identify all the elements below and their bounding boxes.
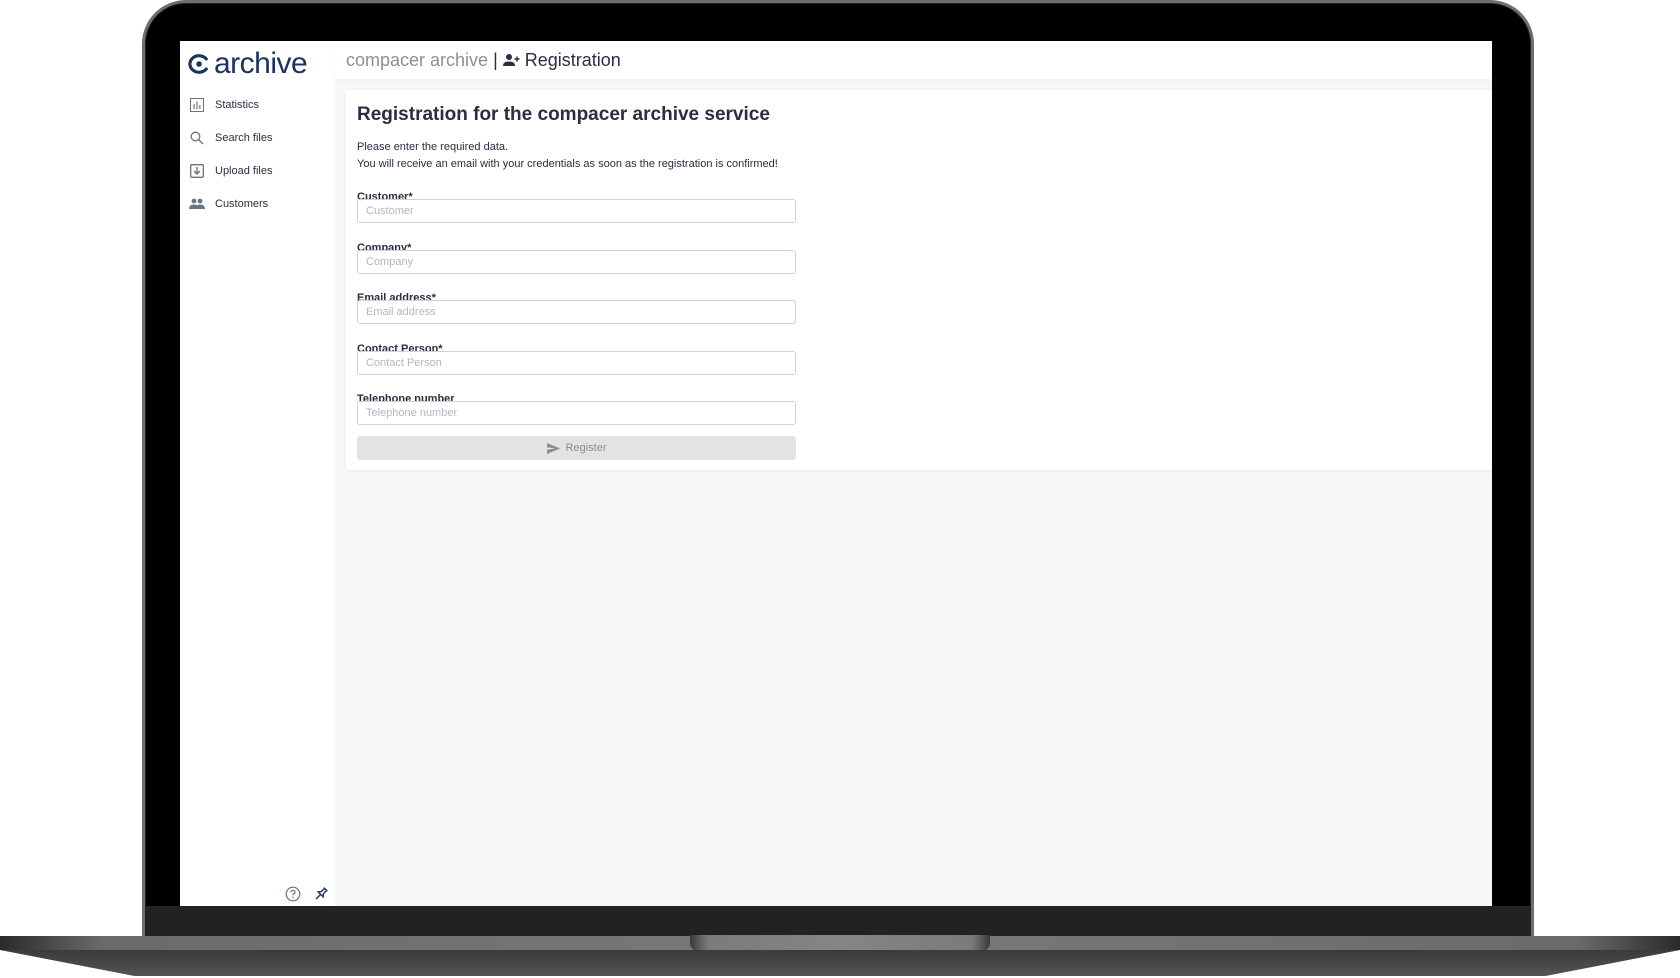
form-description: You will receive an email with your cred… [357,158,778,170]
register-button[interactable]: Register [357,436,796,460]
telephone-input[interactable] [357,401,796,425]
logo[interactable]: archive [188,47,308,81]
pin-icon[interactable] [313,886,329,902]
breadcrumb-separator: | [493,49,498,70]
laptop-chin [145,906,1531,938]
register-button-label: Register [565,442,607,454]
logo-mark-icon [188,54,208,74]
sidebar-item-label: Search files [215,131,273,144]
sidebar-item-label: Upload files [215,164,273,177]
customer-input[interactable] [357,199,796,223]
email-input[interactable] [357,300,796,324]
sidebar-item-statistics[interactable]: Statistics [180,88,335,121]
person-add-icon [502,54,520,66]
laptop-notch [690,935,990,951]
sidebar-item-label: Statistics [215,98,260,111]
registration-card: Registration for the compacer archive se… [346,90,1492,470]
help-circle-icon[interactable] [285,886,301,902]
screen: archive Statistics Search files Upload f… [180,41,1492,906]
bar-chart-icon [189,97,205,113]
sidebar-item-customers[interactable]: Customers [180,187,335,220]
sidebar-item-label: Customers [215,197,269,210]
sidebar-item-upload-files[interactable]: Upload files [180,154,335,187]
people-icon [189,196,205,212]
breadcrumb-app-name[interactable]: compacer archive [346,50,488,71]
sidebar: archive Statistics Search files Upload f… [180,41,335,906]
sidebar-item-search-files[interactable]: Search files [180,121,335,154]
logo-text: archive [214,47,308,80]
sidebar-nav: Statistics Search files Upload files Cus… [180,88,335,220]
form-title: Registration for the compacer archive se… [357,104,770,125]
header: compacer archive | Registration [335,41,1492,79]
company-input[interactable] [357,250,796,274]
laptop-base-bottom [0,950,1680,976]
form-description: Please enter the required data. [357,141,509,153]
contact-person-input[interactable] [357,351,796,375]
sidebar-footer [285,886,329,902]
search-icon [189,130,205,146]
page-title: Registration [524,49,621,70]
send-icon [546,442,560,454]
upload-icon [189,163,205,179]
